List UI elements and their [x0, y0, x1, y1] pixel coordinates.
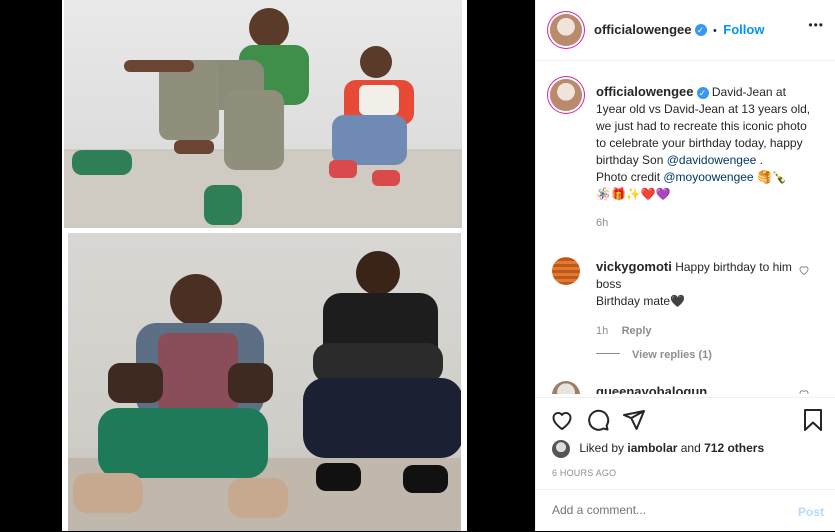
likes-user[interactable]: iambolar: [627, 441, 677, 455]
view-replies-label: View replies (1): [632, 349, 712, 361]
caption-mention-1[interactable]: @davidowengee: [667, 153, 757, 167]
comment-meta: 1h Reply: [596, 322, 796, 340]
add-comment-bar: Post: [536, 489, 835, 532]
comment-username-2[interactable]: queenayobalogun: [596, 384, 707, 394]
commenter-avatar[interactable]: [552, 257, 580, 285]
likes-prefix: Liked by: [579, 441, 625, 456]
post-media[interactable]: [62, 0, 467, 531]
photo-father-son-2008: [64, 0, 462, 228]
liker-avatar[interactable]: [552, 440, 570, 458]
photo-father-son-2021: [68, 233, 461, 531]
comment-like-heart-icon[interactable]: [798, 264, 810, 276]
likes-others[interactable]: 712 others: [704, 441, 764, 455]
likes-and: and: [680, 441, 701, 456]
follow-button[interactable]: Follow: [723, 22, 764, 37]
caption: officialowengee ✓ David-Jean at 1year old…: [596, 83, 818, 232]
comment-like-heart-icon-2[interactable]: [798, 388, 810, 394]
more-options-icon[interactable]: •••: [808, 18, 824, 32]
post-side-panel: officialowengee ✓ • Follow ••• officialow…: [535, 0, 835, 531]
comment-icon[interactable]: [586, 408, 610, 432]
author-username[interactable]: officialowengee: [594, 22, 692, 37]
post-comment-button[interactable]: Post: [798, 505, 824, 519]
comment-time[interactable]: 1h: [596, 325, 608, 337]
comment-text-2: Birthday mate🖤: [596, 294, 685, 308]
comment-username[interactable]: vickygomoti: [596, 259, 672, 274]
header-user-line: officialowengee ✓ • Follow: [594, 21, 764, 39]
verified-badge-icon: ✓: [694, 23, 707, 36]
caption-text-2: .: [756, 153, 763, 167]
post-timestamp[interactable]: 6 HOURS AGO: [552, 468, 616, 478]
caption-emoji-2: 🪅🎁✨❤️💜: [596, 187, 671, 201]
comment-reply-button[interactable]: Reply: [622, 325, 652, 337]
replies-line-divider: [596, 353, 620, 355]
caption-verified-icon: ✓: [696, 86, 709, 99]
post-header: officialowengee ✓ • Follow •••: [536, 0, 835, 61]
photo-bottom-illustration: [68, 251, 461, 531]
photo-top-illustration: [64, 8, 462, 228]
caption-time[interactable]: 6h: [596, 215, 818, 232]
share-icon[interactable]: [622, 408, 646, 432]
comment-item: vickygomoti Happy birthday to him boss B…: [596, 258, 796, 340]
caption-emoji-1: 🥞🍾: [756, 170, 787, 184]
heart-icon[interactable]: [550, 408, 574, 432]
comments-list[interactable]: officialowengee ✓ David-Jean at 1year old…: [536, 61, 835, 394]
commenter-avatar-2[interactable]: [552, 381, 580, 394]
bookmark-icon[interactable]: [802, 408, 824, 432]
likes-line: Liked by iambolar and 712 others: [552, 440, 764, 458]
add-comment-input[interactable]: [550, 502, 784, 518]
caption-author-avatar[interactable]: [550, 79, 582, 111]
caption-username[interactable]: officialowengee: [596, 84, 694, 99]
caption-mention-2[interactable]: @moyoowengee: [663, 170, 753, 184]
header-dot: •: [712, 25, 717, 37]
view-replies-button[interactable]: View replies (1): [596, 345, 712, 363]
comment-item-2: queenayobalogun: [596, 383, 707, 394]
caption-text-3: Photo credit: [596, 170, 664, 184]
author-avatar[interactable]: [550, 14, 582, 46]
